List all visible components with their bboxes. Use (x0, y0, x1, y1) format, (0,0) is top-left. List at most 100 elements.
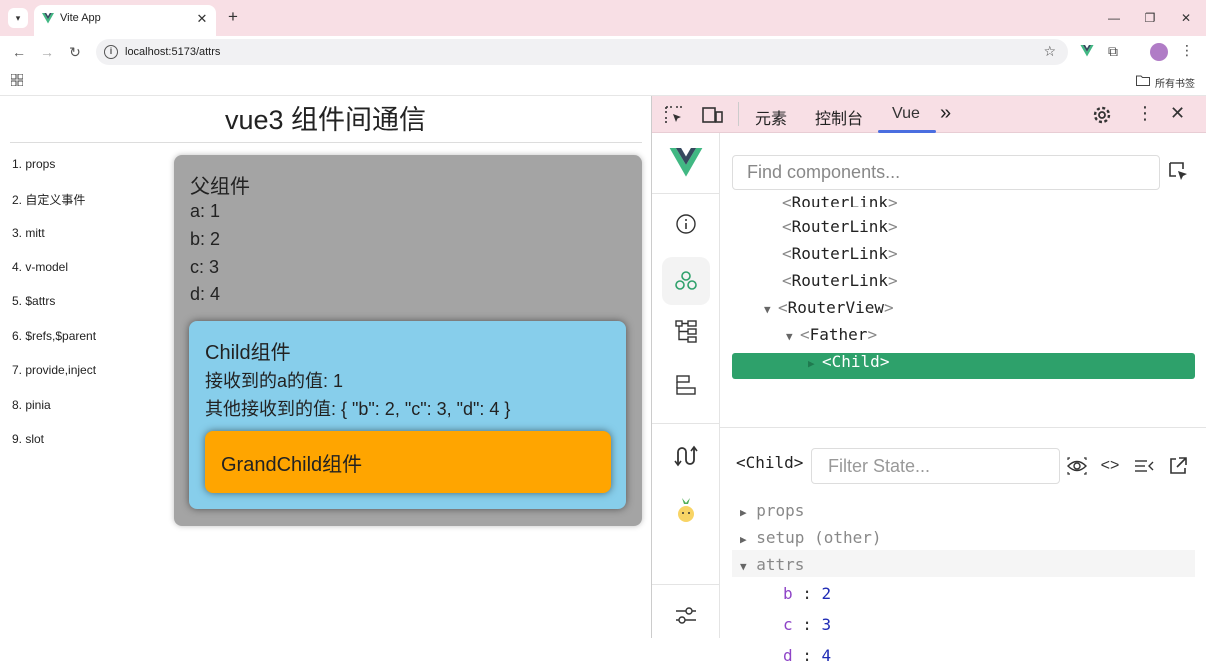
attr-row[interactable]: c : 3 (783, 615, 831, 634)
grandchild-component: GrandChild组件 (205, 431, 611, 493)
grandchild-title: GrandChild组件 (221, 454, 363, 476)
collapse-arrow-icon[interactable]: ▼ (740, 560, 747, 573)
more-tabs-button[interactable]: » (940, 102, 951, 125)
inspected-component-name: <Child> (736, 453, 804, 472)
bookmark-star-icon[interactable]: ☆ (1043, 43, 1056, 60)
tab-elements[interactable]: 元素 (755, 105, 787, 129)
url-text: localhost:5173/attrs (125, 46, 221, 58)
father-component: 父组件 a: 1 b: 2 c: 3 d: 4 Child组件 接收到的a的值:… (174, 155, 642, 526)
close-tab-icon[interactable]: ✕ (194, 11, 210, 27)
nav-link-pinia[interactable]: 8. pinia (12, 398, 51, 412)
father-value-a: a: 1 (190, 201, 221, 221)
sidebar-divider (652, 193, 719, 194)
sidebar-divider (652, 423, 719, 424)
nav-link-props[interactable]: 1. props (12, 157, 55, 171)
state-section-attrs[interactable]: ▼ attrs (740, 555, 804, 574)
gear-icon[interactable] (1092, 105, 1112, 125)
nav-link-custom-event[interactable]: 2. 自定义事件 (12, 191, 85, 208)
select-component-icon[interactable] (1168, 161, 1190, 183)
profile-avatar[interactable] (1150, 43, 1168, 61)
devtools-menu-icon[interactable]: ⋮ (1136, 103, 1154, 124)
web-page: vue3 组件间通信 1. props 2. 自定义事件 3. mitt 4. … (0, 96, 651, 638)
nav-link-v-model[interactable]: 4. v-model (12, 260, 68, 274)
page-title: vue3 组件间通信 (224, 105, 427, 135)
site-info-icon[interactable]: i (104, 45, 118, 59)
tab-title: Vite App (60, 12, 101, 24)
tree-node-routerlink[interactable]: <RouterLink> (782, 271, 898, 290)
tab-search-button[interactable]: ▾ (8, 8, 28, 28)
components-icon[interactable] (668, 263, 704, 299)
nav-link-mitt[interactable]: 3. mitt (12, 226, 45, 240)
collapse-icon[interactable] (1133, 455, 1155, 477)
info-icon[interactable] (668, 206, 704, 242)
minimize-button[interactable]: — (1104, 9, 1124, 27)
find-components-input[interactable]: Find components... (732, 155, 1160, 190)
child-component: Child组件 接收到的a的值: 1 其他接收到的值: { "b": 2, "c… (189, 321, 626, 509)
devtools-panel: 元素 控制台 Vue » ⋮ ✕ Find components... <Rou… (651, 96, 1206, 665)
vue-devtools-extension-icon[interactable] (1080, 45, 1094, 57)
tab-separator (738, 102, 739, 126)
code-icon[interactable]: <> (1099, 455, 1121, 477)
tree-node-routerlink[interactable]: <RouterLink> (782, 244, 898, 263)
reload-icon[interactable]: ↻ (65, 42, 85, 62)
router-icon[interactable] (668, 438, 704, 474)
father-value-c: c: 3 (190, 257, 220, 277)
settings-sliders-icon[interactable] (668, 598, 704, 634)
nav-link-attrs[interactable]: 5. $attrs (12, 294, 55, 308)
vue-logo-icon (669, 148, 703, 178)
tree-node-routerlink[interactable]: <RouterLink> (782, 217, 898, 236)
expand-arrow-icon[interactable]: ▼ (764, 303, 778, 316)
father-value-d: d: 4 (190, 284, 221, 304)
vue-logo-icon (42, 13, 54, 24)
forward-arrow-icon[interactable]: → (37, 42, 57, 62)
state-section-setup[interactable]: ▶ setup (other) (740, 528, 882, 547)
eye-icon[interactable] (1066, 455, 1088, 477)
browser-tab[interactable]: Vite App ✕ (34, 5, 216, 36)
expand-arrow-icon[interactable]: ▶ (740, 533, 747, 546)
open-in-editor-icon[interactable] (1167, 455, 1189, 477)
folder-icon (1136, 75, 1150, 86)
tree-node-routerlink[interactable]: <RouterLink> (782, 193, 898, 207)
expand-arrow-icon[interactable]: ▶ (740, 506, 747, 519)
nav-link-slot[interactable]: 9. slot (12, 432, 44, 446)
chevron-down-icon: ▾ (15, 12, 21, 23)
tree-node-routerview[interactable]: ▼ <RouterView> (764, 298, 894, 317)
device-toolbar-icon[interactable] (702, 105, 724, 125)
extensions-puzzle-icon[interactable]: ⧉ (1108, 43, 1118, 60)
restore-button[interactable]: ❐ (1140, 9, 1160, 27)
apps-grid-icon[interactable] (11, 74, 23, 86)
bookmarks-bar: 所有书签 (0, 67, 1206, 96)
timeline-icon[interactable] (668, 367, 704, 403)
pinia-icon[interactable] (668, 492, 704, 528)
father-title: 父组件 (190, 176, 250, 198)
component-tree-icon[interactable] (668, 313, 704, 349)
tree-selected-row[interactable] (732, 353, 1195, 379)
inspect-element-icon[interactable] (664, 105, 684, 125)
child-received-a: 接收到的a的值: 1 (205, 371, 344, 391)
close-devtools-icon[interactable]: ✕ (1170, 103, 1185, 124)
expand-arrow-icon[interactable]: ▶ (808, 357, 822, 370)
tab-console[interactable]: 控制台 (815, 105, 863, 129)
pane-divider (720, 427, 1206, 428)
title-divider (10, 142, 642, 143)
vue-devtools-sidebar (652, 133, 720, 638)
back-arrow-icon[interactable]: ← (9, 42, 29, 62)
window-close-button[interactable]: ✕ (1176, 9, 1196, 27)
tab-strip: ▾ Vite App ✕ + — ❐ ✕ (0, 0, 1206, 36)
kebab-menu-icon[interactable]: ⋮ (1180, 42, 1194, 59)
nav-link-refs-parent[interactable]: 6. $refs,$parent (12, 329, 96, 343)
new-tab-button[interactable]: + (224, 8, 242, 26)
state-section-props[interactable]: ▶ props (740, 501, 804, 520)
tab-vue[interactable]: Vue (892, 105, 920, 123)
attr-row[interactable]: d : 4 (783, 646, 831, 665)
devtools-tabbar: 元素 控制台 Vue » ⋮ ✕ (652, 96, 1206, 133)
all-bookmarks-link[interactable]: 所有书签 (1155, 75, 1195, 90)
nav-link-provide-inject[interactable]: 7. provide,inject (12, 363, 96, 377)
filter-state-input[interactable]: Filter State... (811, 448, 1060, 484)
tree-node-child[interactable]: ▶ <Child> (808, 352, 889, 371)
address-bar[interactable]: i localhost:5173/attrs ☆ (96, 39, 1068, 65)
attr-row[interactable]: b : 2 (783, 584, 831, 603)
tree-node-father[interactable]: ▼ <Father> (786, 325, 877, 344)
expand-arrow-icon[interactable]: ▼ (786, 330, 800, 343)
child-title: Child组件 (205, 342, 291, 364)
